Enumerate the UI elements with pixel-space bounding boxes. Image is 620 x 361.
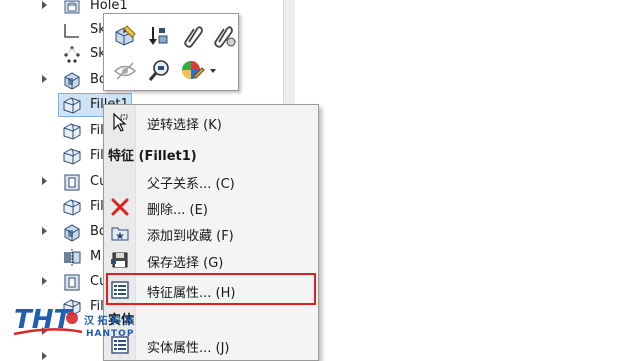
tree-item-label: Hole1 (90, 0, 128, 13)
sketch-points-icon (62, 44, 82, 64)
menu-item-label: 父子关系... (C) (147, 177, 235, 192)
edit-feature-icon (115, 25, 136, 46)
menu-item-delete[interactable]: 删除... (E) (104, 194, 318, 220)
mirror-icon (62, 247, 82, 267)
dependents-button[interactable] (212, 23, 238, 49)
zoom-to-selection-button[interactable] (146, 58, 172, 84)
paperclip-icon (184, 26, 203, 48)
appearance-icon (182, 61, 216, 79)
paperclip-gear-icon (214, 26, 236, 48)
parent-child-button[interactable] (180, 23, 206, 49)
appearance-button[interactable] (180, 58, 220, 84)
tree-item-label: Fil (90, 199, 104, 214)
menu-item-label: 添加到收藏 (F) (147, 229, 234, 244)
menu-item-label: 删除... (E) (147, 203, 208, 218)
menu-item-label: 逆转选择 (K) (147, 118, 222, 133)
menu-item-parent-child[interactable]: 父子关系... (C) (104, 168, 318, 194)
menu-item-save-selection[interactable]: 保存选择 (G) (104, 247, 318, 273)
fillet-icon (62, 95, 82, 115)
hole-feature-icon (62, 0, 82, 16)
boss-extrude-icon (62, 70, 82, 90)
delete-icon (110, 197, 130, 217)
zoom-selection-icon (148, 60, 169, 81)
tree-item-label: M (90, 249, 102, 264)
chevron-down-icon (210, 69, 216, 73)
context-toolbar (103, 13, 239, 91)
cut-extrude-icon (62, 272, 82, 292)
hide-eye-icon (113, 62, 137, 80)
invert-selection-icon (110, 112, 130, 132)
watermark-logo: THT 汉 拓 科 技 HANTOP (12, 298, 152, 348)
fillet-icon (62, 146, 82, 166)
cut-extrude-icon (62, 172, 82, 192)
expand-arrow-icon[interactable] (42, 75, 47, 83)
watermark-en-text: HANTOP (86, 329, 134, 339)
save-selection-icon (110, 250, 130, 270)
menu-item-label: 保存选择 (G) (147, 256, 224, 271)
rollback-button[interactable] (146, 23, 172, 49)
edit-feature-button[interactable] (112, 23, 138, 49)
rollback-icon (149, 27, 168, 45)
menu-item-add-favorite[interactable]: 添加到收藏 (F) (104, 220, 318, 246)
hide-button[interactable] (112, 58, 138, 84)
tree-item-label: Fil (90, 148, 104, 163)
fillet-icon (62, 121, 82, 141)
menu-section-header: 特征 (Fillet1) (108, 149, 197, 164)
add-favorite-icon (110, 223, 130, 243)
menu-item-label: 实体属性... (J) (147, 341, 230, 356)
menu-item-invert-selection[interactable]: 逆转选择 (K) (104, 109, 318, 135)
expand-arrow-icon[interactable] (42, 277, 47, 285)
tree-item-label: Fil (90, 123, 104, 138)
expand-arrow-icon[interactable] (42, 352, 47, 360)
watermark-cn-text: 汉 拓 科 技 (84, 314, 135, 327)
expand-arrow-icon[interactable] (42, 1, 47, 9)
boss-extrude-icon (62, 222, 82, 242)
fillet-icon (62, 197, 82, 217)
sketch-icon (62, 20, 82, 40)
expand-arrow-icon[interactable] (42, 177, 47, 185)
expand-arrow-icon[interactable] (42, 227, 47, 235)
